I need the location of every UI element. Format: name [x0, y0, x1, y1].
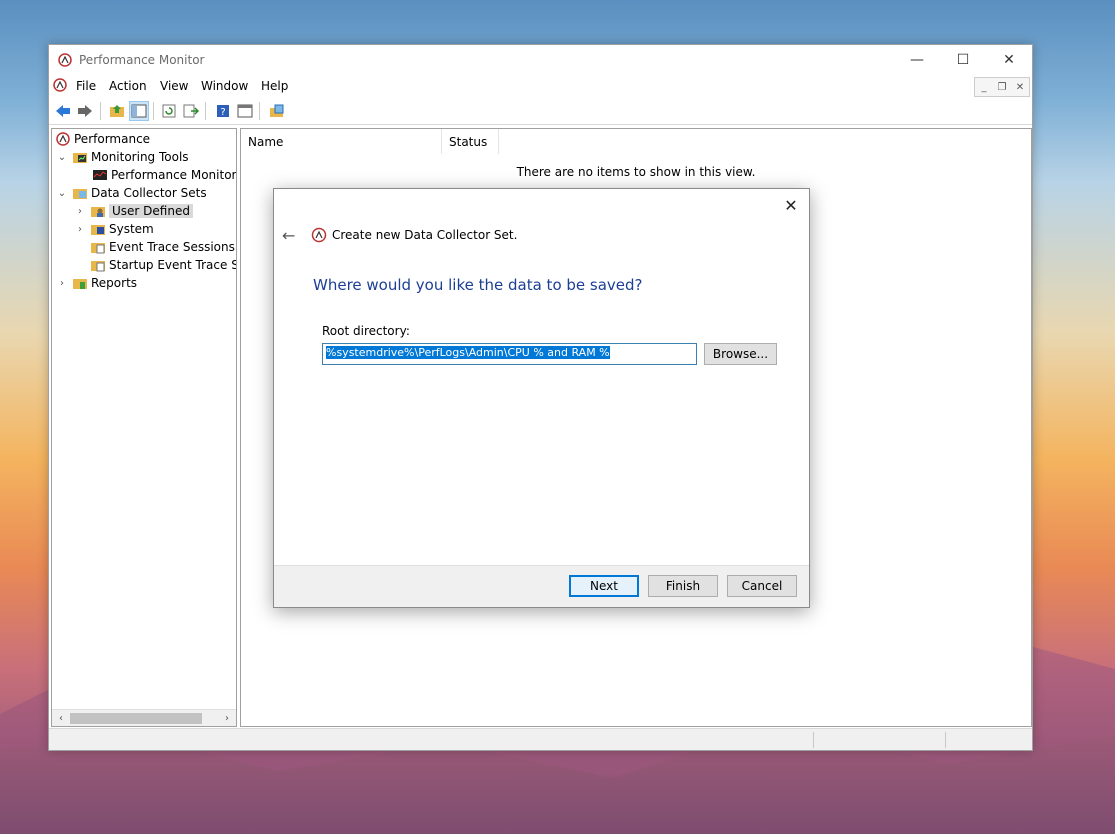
finish-button[interactable]: Finish: [648, 575, 718, 597]
trace-folder-icon: [90, 239, 106, 255]
minimize-button[interactable]: —: [894, 45, 940, 75]
tree-item-performance-monitor[interactable]: Performance Monitor: [92, 166, 236, 184]
tree-item-reports[interactable]: › Reports: [55, 274, 137, 292]
dialog-footer: Next Finish Cancel: [274, 565, 809, 607]
dialog-close-button[interactable]: ✕: [781, 195, 801, 215]
status-bar: [49, 728, 1032, 750]
browse-button[interactable]: Browse...: [704, 343, 777, 365]
up-folder-icon[interactable]: [107, 101, 127, 121]
forward-arrow-icon[interactable]: [75, 101, 95, 121]
scroll-right-icon[interactable]: ›: [220, 712, 234, 725]
window-title: Performance Monitor: [79, 53, 205, 67]
menu-help[interactable]: Help: [261, 79, 288, 93]
mdi-close-button[interactable]: ✕: [1011, 78, 1029, 96]
properties-icon[interactable]: [235, 101, 255, 121]
scroll-left-icon[interactable]: ‹: [54, 712, 68, 725]
menu-window[interactable]: Window: [201, 79, 248, 93]
mdi-minimize-button[interactable]: _: [975, 78, 993, 96]
toolbar: ?: [49, 98, 1032, 125]
tree-item-label: Reports: [91, 276, 138, 290]
refresh-icon[interactable]: [159, 101, 179, 121]
root-directory-value: %systemdrive%\PerfLogs\Admin\CPU % and R…: [326, 346, 610, 359]
tree-item-performance[interactable]: Performance: [55, 130, 150, 148]
user-folder-icon: [90, 203, 106, 219]
chevron-right-icon[interactable]: ›: [55, 276, 69, 290]
tree-item-label: User Defined: [109, 204, 193, 218]
chart-monitor-icon: [92, 167, 108, 183]
menu-action[interactable]: Action: [109, 79, 147, 93]
next-button[interactable]: Next: [569, 575, 639, 597]
tree-item-data-collector-sets[interactable]: ⌄ Data Collector Sets: [55, 184, 207, 202]
close-button[interactable]: ✕: [986, 45, 1032, 75]
perfmon-icon: [55, 131, 71, 147]
mdi-controls: _ ❐ ✕: [974, 77, 1030, 97]
chevron-down-icon[interactable]: ⌄: [55, 186, 69, 200]
column-header-name[interactable]: Name: [241, 129, 442, 154]
perfmon-menu-icon[interactable]: [53, 78, 67, 95]
back-arrow-button[interactable]: ←: [282, 226, 295, 245]
export-list-icon[interactable]: [181, 101, 201, 121]
tree-item-label: Startup Event Trace Sess: [109, 258, 236, 272]
tree-item-label: Monitoring Tools: [91, 150, 189, 164]
system-folder-icon: [90, 221, 106, 237]
folder-chart-icon: [72, 149, 88, 165]
tree-item-label: Performance: [74, 132, 151, 146]
title-bar[interactable]: Performance Monitor — ☐ ✕: [49, 45, 1032, 75]
cancel-button[interactable]: Cancel: [727, 575, 797, 597]
tree-item-monitoring-tools[interactable]: ⌄ Monitoring Tools: [55, 148, 189, 166]
dialog-title: Create new Data Collector Set.: [332, 228, 518, 242]
dialog-heading: Where would you like the data to be save…: [313, 276, 643, 294]
perfmon-icon: [311, 227, 327, 246]
perfmon-icon: [58, 53, 72, 70]
scroll-thumb[interactable]: [70, 713, 202, 724]
empty-list-message: There are no items to show in this view.: [516, 165, 756, 179]
root-directory-input[interactable]: %systemdrive%\PerfLogs\Admin\CPU % and R…: [322, 343, 697, 365]
tree-item-startup-event-trace[interactable]: Startup Event Trace Sess: [90, 256, 236, 274]
menu-view[interactable]: View: [160, 79, 188, 93]
chevron-right-icon[interactable]: ›: [73, 204, 87, 218]
navigation-tree: Performance ⌄ Monitoring Tools Performan…: [51, 128, 237, 727]
tree-item-label: Data Collector Sets: [91, 186, 207, 200]
folder-collector-icon: [72, 185, 88, 201]
back-arrow-icon[interactable]: [53, 101, 73, 121]
tree-item-label: Event Trace Sessions: [109, 240, 235, 254]
create-data-collector-dialog: ✕ ← Create new Data Collector Set. Where…: [273, 188, 810, 608]
maximize-button[interactable]: ☐: [940, 45, 986, 75]
tree-item-event-trace-sessions[interactable]: Event Trace Sessions: [90, 238, 235, 256]
menu-bar: File Action View Window Help _ ❐ ✕: [49, 75, 1032, 97]
root-directory-label: Root directory:: [322, 324, 410, 338]
tree-item-user-defined[interactable]: › User Defined: [73, 202, 193, 220]
reports-folder-icon: [72, 275, 88, 291]
mdi-restore-button[interactable]: ❐: [993, 78, 1011, 96]
chevron-right-icon[interactable]: ›: [73, 222, 87, 236]
show-hide-tree-icon[interactable]: [129, 101, 149, 121]
tree-item-system[interactable]: › System: [73, 220, 154, 238]
tree-horizontal-scrollbar[interactable]: ‹ ›: [52, 709, 236, 726]
chevron-down-icon[interactable]: ⌄: [55, 150, 69, 164]
menu-file[interactable]: File: [76, 79, 96, 93]
trace-folder-icon: [90, 257, 106, 273]
new-collector-icon[interactable]: [267, 101, 287, 121]
column-header-status[interactable]: Status: [442, 129, 499, 154]
help-icon[interactable]: ?: [213, 101, 233, 121]
tree-item-label: System: [109, 222, 154, 236]
svg-text:?: ?: [220, 107, 225, 118]
tree-item-label: Performance Monitor: [111, 168, 237, 182]
